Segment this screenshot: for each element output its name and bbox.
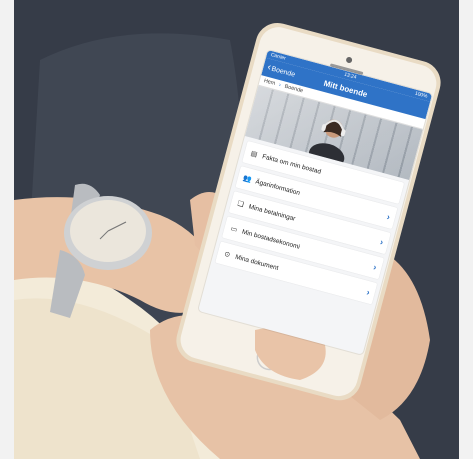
people-icon: 👥: [242, 175, 253, 185]
breadcrumb-home[interactable]: Hem: [263, 78, 276, 87]
info-card-icon: ▤: [249, 150, 259, 159]
breadcrumb-separator: ›: [278, 82, 282, 89]
wallet-icon: ▭: [229, 225, 238, 235]
document-icon: ⊙: [223, 250, 231, 260]
payments-icon: ❏: [236, 200, 245, 209]
photo-scene: Carrier 13:24 100% ‹ Boende Mitt boende …: [0, 0, 473, 459]
